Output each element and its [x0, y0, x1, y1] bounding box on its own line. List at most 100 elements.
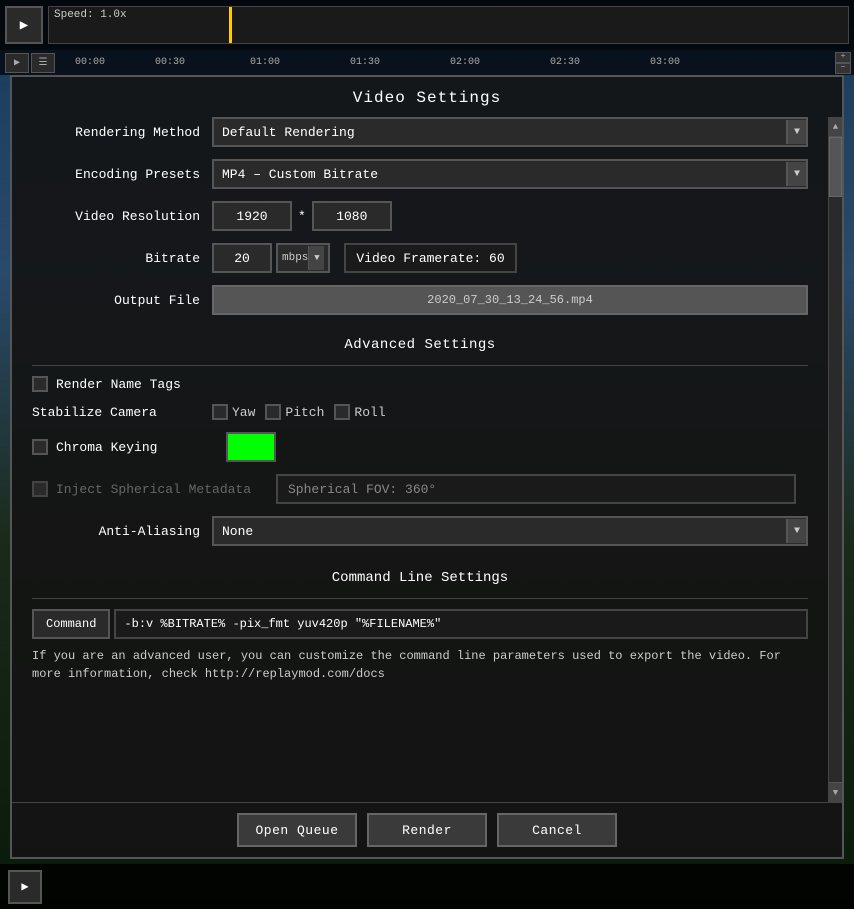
dialog-scrollbar[interactable]: ▲ ▼: [828, 117, 842, 802]
roll-checkbox[interactable]: [334, 404, 350, 420]
command-button[interactable]: Command: [32, 609, 110, 639]
spherical-metadata-row: Inject Spherical Metadata Spherical FOV:…: [32, 474, 808, 504]
framerate-display: Video Framerate: 60: [344, 243, 516, 273]
tick-3: 01:30: [350, 57, 380, 68]
speed-label: Speed: 1.0x: [54, 9, 127, 21]
command-help-text: If you are an advanced user, you can cus…: [32, 647, 808, 683]
stabilize-options: Yaw Pitch Roll: [212, 404, 386, 420]
dialog-content: Rendering Method Default Rendering ▼ Enc…: [12, 117, 828, 802]
bitrate-row: Bitrate mbps ▼ Video Framerate: 60: [32, 243, 808, 273]
pitch-label: Pitch: [285, 405, 324, 420]
command-input[interactable]: [114, 609, 808, 639]
tick-0: 00:00: [75, 57, 105, 68]
yaw-checkbox[interactable]: [212, 404, 228, 420]
yaw-label: Yaw: [232, 405, 255, 420]
zoom-out-btn[interactable]: −: [835, 63, 851, 74]
anti-aliasing-label: Anti-Aliasing: [32, 524, 212, 539]
timeline-ruler: ▶ ☰ 00:00 00:30 01:00 01:30 02:00 02:30 …: [0, 50, 854, 75]
scroll-down-btn[interactable]: ▼: [829, 782, 842, 802]
video-settings-dialog: Video Settings Rendering Method Default …: [10, 75, 844, 859]
output-file-value: 2020_07_30_13_24_56.mp4: [427, 293, 593, 307]
spherical-checkbox[interactable]: [32, 481, 48, 497]
spherical-fov-display: Spherical FOV: 360°: [276, 474, 796, 504]
rendering-method-value: Default Rendering: [222, 125, 355, 140]
output-file-label: Output File: [32, 293, 212, 308]
spherical-fov-value: Spherical FOV: 360°: [288, 482, 436, 497]
video-resolution-row: Video Resolution *: [32, 201, 808, 231]
anti-aliasing-dropdown[interactable]: None ▼: [212, 516, 808, 546]
dialog-title: Video Settings: [12, 77, 842, 117]
output-file-row: Output File 2020_07_30_13_24_56.mp4: [32, 285, 808, 315]
video-resolution-label: Video Resolution: [32, 209, 212, 224]
top-bar: ▶ Speed: 1.0x: [0, 0, 854, 50]
scroll-up-btn[interactable]: ▲: [829, 117, 842, 137]
render-name-tags-row: Render Name Tags: [32, 376, 808, 392]
resolution-height-input[interactable]: [312, 201, 392, 231]
dialog-footer: Open Queue Render Cancel: [12, 802, 842, 857]
encoding-presets-arrow: ▼: [786, 162, 806, 186]
zoom-in-btn[interactable]: +: [835, 52, 851, 63]
anti-aliasing-value: None: [222, 524, 253, 539]
encoding-presets-label: Encoding Presets: [32, 167, 212, 182]
rendering-method-dropdown[interactable]: Default Rendering ▼: [212, 117, 808, 147]
list-ruler-btn[interactable]: ☰: [31, 53, 55, 73]
rendering-method-row: Rendering Method Default Rendering ▼: [32, 117, 808, 147]
stabilize-camera-label: Stabilize Camera: [32, 405, 212, 420]
encoding-presets-row: Encoding Presets MP4 – Custom Bitrate ▼: [32, 159, 808, 189]
chroma-color-swatch[interactable]: [226, 432, 276, 462]
roll-option[interactable]: Roll: [334, 404, 385, 420]
tick-5: 02:30: [550, 57, 580, 68]
tick-2: 01:00: [250, 57, 280, 68]
roll-label: Roll: [354, 405, 385, 420]
scroll-track: [829, 137, 842, 782]
tick-6: 03:00: [650, 57, 680, 68]
bitrate-label: Bitrate: [32, 251, 212, 266]
anti-aliasing-row: Anti-Aliasing None ▼: [32, 516, 808, 546]
render-name-tags-label: Render Name Tags: [56, 377, 181, 392]
tick-1: 00:30: [155, 57, 185, 68]
rendering-method-label: Rendering Method: [32, 125, 212, 140]
spherical-label: Inject Spherical Metadata: [56, 482, 276, 497]
resolution-inputs: *: [212, 201, 392, 231]
play-button-bottom[interactable]: ▶: [8, 870, 42, 904]
play-ruler-btn[interactable]: ▶: [5, 53, 29, 73]
ruler-ticks: 00:00 00:30 01:00 01:30 02:00 02:30 03:0…: [55, 50, 835, 75]
bitrate-input[interactable]: [212, 243, 272, 273]
timeline-area[interactable]: Speed: 1.0x: [48, 6, 849, 44]
play-button-top[interactable]: ▶: [5, 6, 43, 44]
scroll-thumb[interactable]: [829, 137, 842, 197]
resolution-width-input[interactable]: [212, 201, 292, 231]
encoding-presets-value: MP4 – Custom Bitrate: [222, 167, 378, 182]
command-row: Command: [32, 609, 808, 639]
ruler-controls: ▶ ☰: [5, 53, 55, 73]
pitch-checkbox[interactable]: [265, 404, 281, 420]
rendering-method-arrow: ▼: [786, 120, 806, 144]
framerate-label: Video Framerate: 60: [356, 251, 504, 266]
render-name-tags-checkbox[interactable]: [32, 376, 48, 392]
divider-2: [32, 598, 808, 599]
bitrate-group: mbps ▼ Video Framerate: 60: [212, 243, 517, 273]
timeline-marker: [229, 7, 232, 43]
output-file-display[interactable]: 2020_07_30_13_24_56.mp4: [212, 285, 808, 315]
advanced-settings-title: Advanced Settings: [32, 327, 808, 361]
render-button[interactable]: Render: [367, 813, 487, 847]
bottom-bar: ▶: [0, 864, 854, 909]
yaw-option[interactable]: Yaw: [212, 404, 255, 420]
resolution-separator: *: [298, 209, 306, 224]
cancel-button[interactable]: Cancel: [497, 813, 617, 847]
bitrate-unit-arrow: ▼: [308, 246, 324, 270]
encoding-presets-dropdown[interactable]: MP4 – Custom Bitrate ▼: [212, 159, 808, 189]
pitch-option[interactable]: Pitch: [265, 404, 324, 420]
stabilize-camera-row: Stabilize Camera Yaw Pitch Roll: [32, 404, 808, 420]
divider-1: [32, 365, 808, 366]
chroma-keying-checkbox[interactable]: [32, 439, 48, 455]
ruler-right-buttons: + −: [835, 52, 851, 74]
bitrate-unit[interactable]: mbps ▼: [276, 243, 330, 273]
anti-aliasing-arrow: ▼: [786, 519, 806, 543]
chroma-keying-label: Chroma Keying: [56, 440, 216, 455]
chroma-keying-row: Chroma Keying: [32, 432, 808, 462]
bitrate-unit-text: mbps: [282, 252, 308, 264]
open-queue-button[interactable]: Open Queue: [237, 813, 357, 847]
command-line-title: Command Line Settings: [32, 562, 808, 594]
tick-4: 02:00: [450, 57, 480, 68]
